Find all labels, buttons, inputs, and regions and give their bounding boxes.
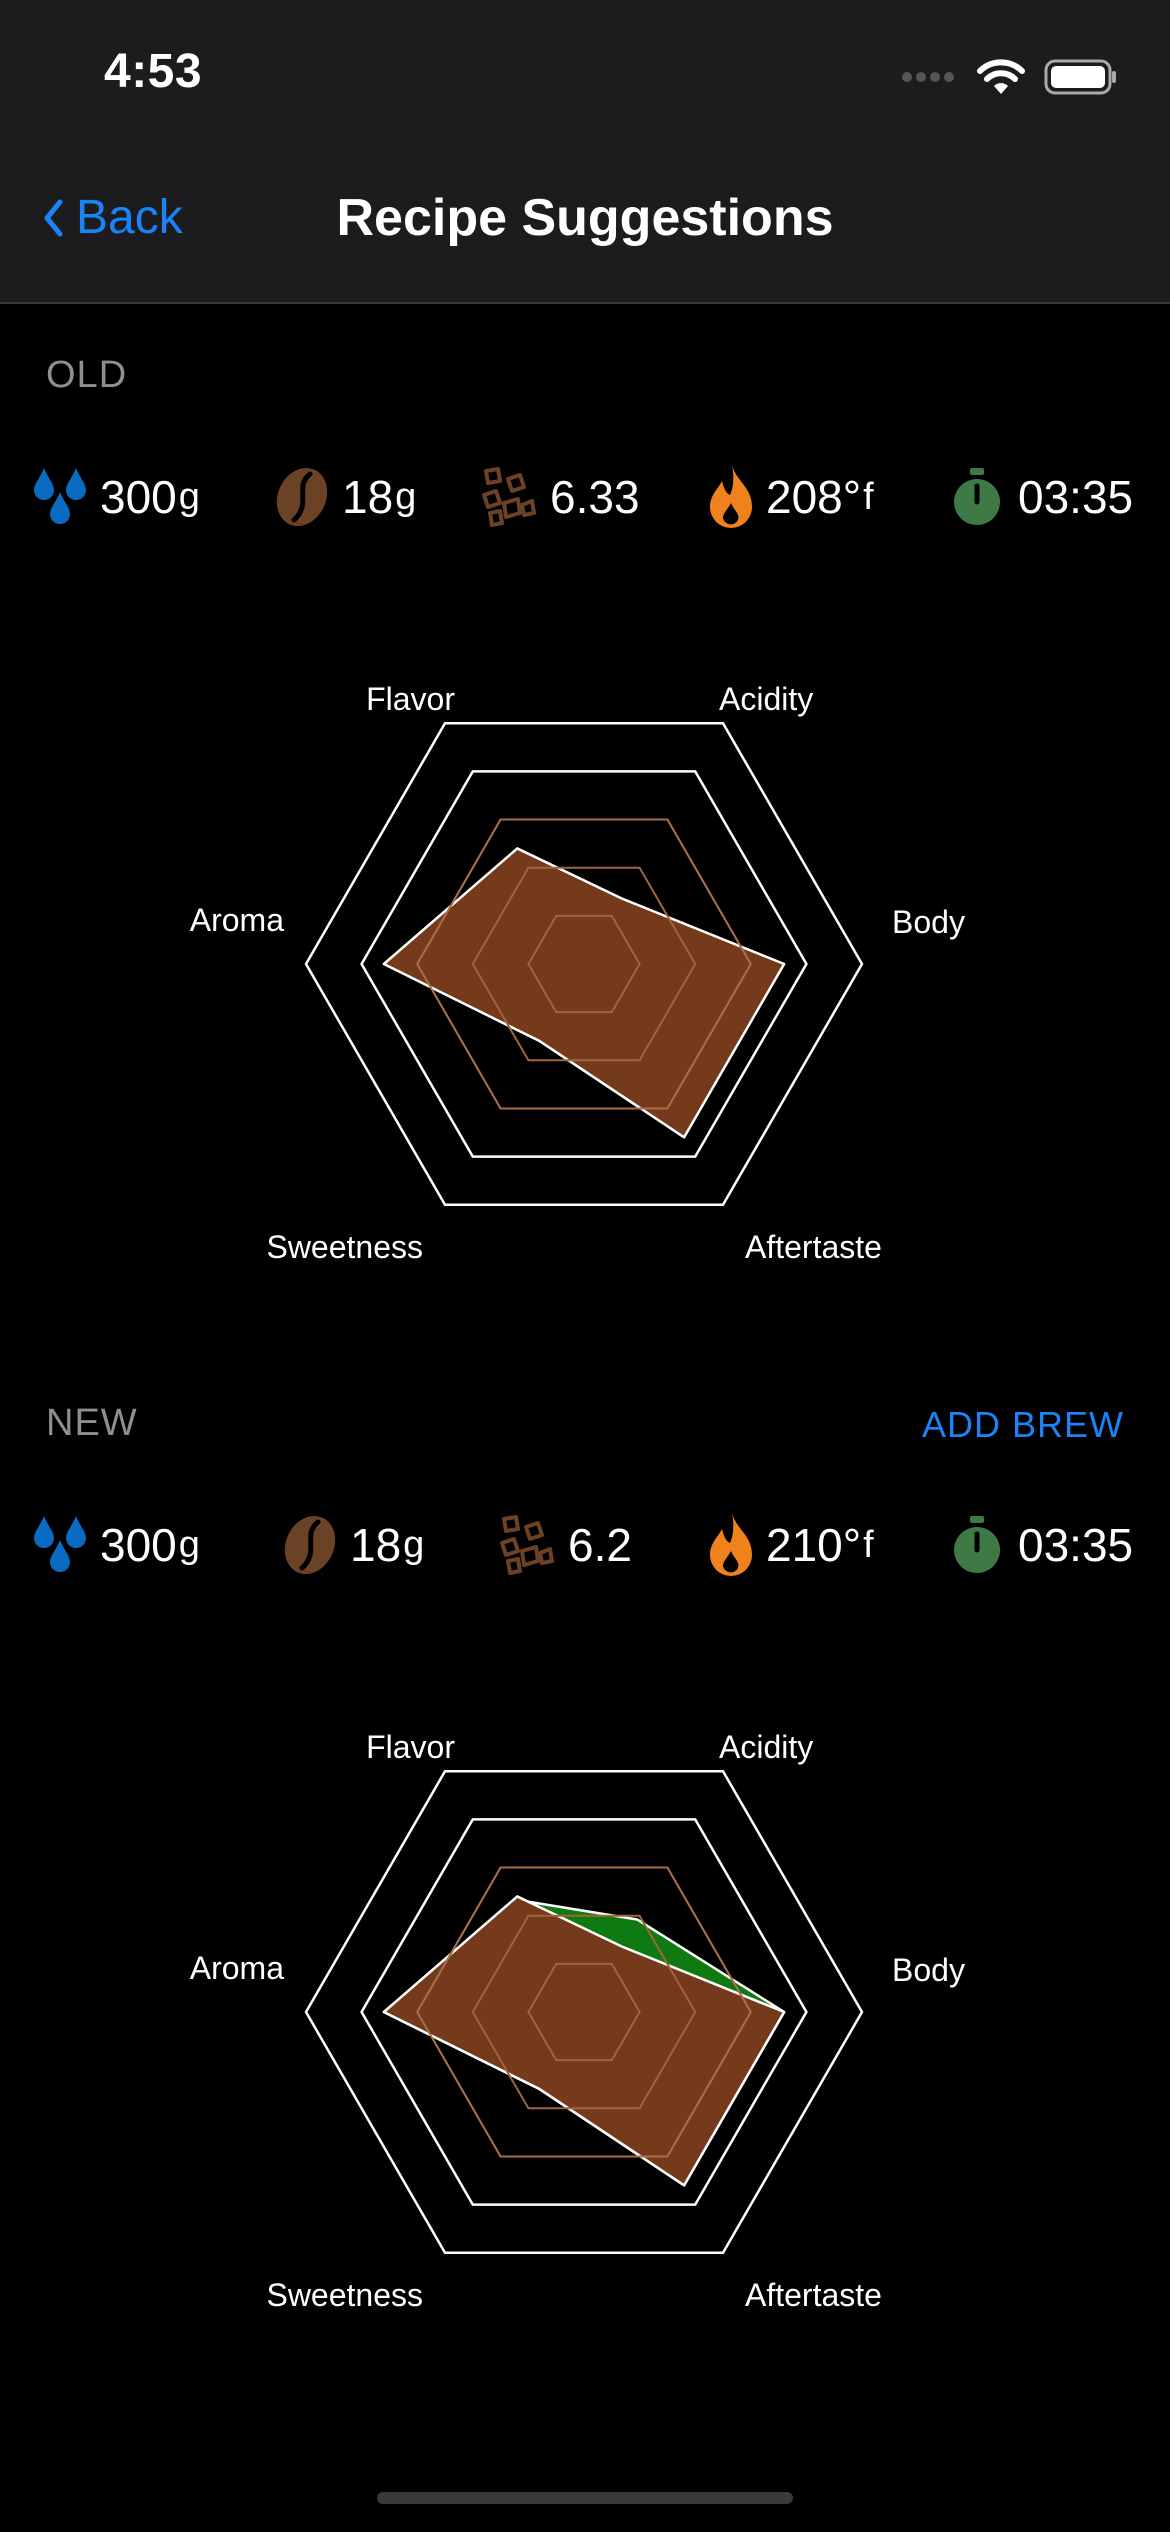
new-grind-stat: 6.2 bbox=[496, 1500, 632, 1590]
old-grind-stat: 6.33 bbox=[478, 452, 640, 542]
old-coffee-value: 18 bbox=[342, 471, 394, 523]
flame-icon bbox=[710, 465, 752, 528]
stopwatch-icon bbox=[954, 468, 1000, 525]
new-flavor-radar-chart: Flavor Acidity Body Aftertaste Sweetness Arom… bbox=[190, 1729, 965, 2313]
new-water-stat: 300 g bbox=[30, 1500, 200, 1590]
old-temp-value: 208° bbox=[766, 471, 862, 523]
old-coffee-unit: g bbox=[395, 475, 417, 518]
radar-axis-label: Body bbox=[892, 904, 965, 940]
new-coffee-unit: g bbox=[403, 1523, 425, 1566]
radar-axis-label: Flavor bbox=[366, 1729, 455, 1765]
radar-series-area-1 bbox=[382, 1895, 786, 2187]
new-section-label: NEW bbox=[46, 1402, 138, 1444]
coffee-grounds-icon bbox=[482, 467, 536, 527]
old-water-stat: 300 g bbox=[30, 452, 200, 542]
home-indicator bbox=[377, 2492, 793, 2504]
new-grind-value: 6.2 bbox=[568, 1519, 632, 1571]
old-grind-value: 6.33 bbox=[550, 471, 640, 523]
flame-icon bbox=[710, 1513, 752, 1576]
coffee-bean-icon bbox=[284, 1515, 336, 1575]
old-water-value: 300 bbox=[100, 471, 177, 523]
radar-series-area-0 bbox=[382, 847, 786, 1139]
new-water-value: 300 bbox=[100, 1519, 177, 1571]
new-time-value: 03:35 bbox=[1018, 1519, 1134, 1571]
radar-axis-label: Aroma bbox=[190, 1950, 284, 1986]
new-water-unit: g bbox=[178, 1523, 200, 1566]
navigation-bar: 4:53 Back Recipe Suggestions bbox=[0, 0, 1170, 304]
wifi-icon bbox=[977, 59, 1025, 94]
new-temp-unit: f bbox=[863, 1523, 874, 1566]
radar-axis-label: Acidity bbox=[719, 1729, 813, 1765]
status-time: 4:53 bbox=[104, 45, 203, 98]
signal-icon bbox=[902, 72, 954, 82]
water-drops-icon bbox=[34, 1516, 86, 1572]
old-water-unit: g bbox=[178, 475, 200, 518]
radar-axis-label: Acidity bbox=[719, 681, 813, 717]
radar-axis-label: Flavor bbox=[366, 681, 455, 717]
new-coffee-stat: 18 g bbox=[282, 1500, 424, 1590]
coffee-grounds-icon bbox=[500, 1515, 554, 1575]
new-stats-row: 300 g 18 g 6.2 210° f 03:35 bbox=[0, 1500, 1170, 1590]
old-stats-row: 300 g 18 g 6.33 208° f 03:35 bbox=[0, 452, 1170, 542]
new-temp-stat: 210° f bbox=[706, 1500, 874, 1590]
radar-axis-label: Body bbox=[892, 1952, 965, 1988]
new-coffee-value: 18 bbox=[350, 1519, 402, 1571]
new-temp-value: 210° bbox=[766, 1519, 862, 1571]
old-temp-unit: f bbox=[863, 475, 874, 518]
old-temp-stat: 208° f bbox=[706, 452, 874, 542]
coffee-bean-icon bbox=[276, 467, 328, 527]
old-section-label: OLD bbox=[46, 354, 128, 396]
old-time-value: 03:35 bbox=[1018, 471, 1134, 523]
radar-axis-label: Sweetness bbox=[266, 2277, 423, 2313]
radar-axis-label: Aftertaste bbox=[745, 2277, 882, 2313]
battery-icon bbox=[1044, 59, 1116, 95]
stopwatch-icon bbox=[954, 1516, 1000, 1573]
old-coffee-stat: 18 g bbox=[274, 452, 416, 542]
water-drops-icon bbox=[34, 468, 86, 524]
page-title: Recipe Suggestions bbox=[336, 189, 834, 247]
radar-axis-label: Aroma bbox=[190, 902, 284, 938]
radar-axis-label: Sweetness bbox=[266, 1229, 423, 1265]
new-time-stat: 03:35 bbox=[952, 1500, 1133, 1590]
radar-axis-label: Aftertaste bbox=[745, 1229, 882, 1265]
old-time-stat: 03:35 bbox=[952, 452, 1133, 542]
old-flavor-radar-chart: Flavor Acidity Body Aftertaste Sweetness Arom… bbox=[190, 681, 965, 1265]
status-icons bbox=[902, 52, 1118, 102]
add-brew-button[interactable]: ADD BREW bbox=[922, 1404, 1124, 1446]
